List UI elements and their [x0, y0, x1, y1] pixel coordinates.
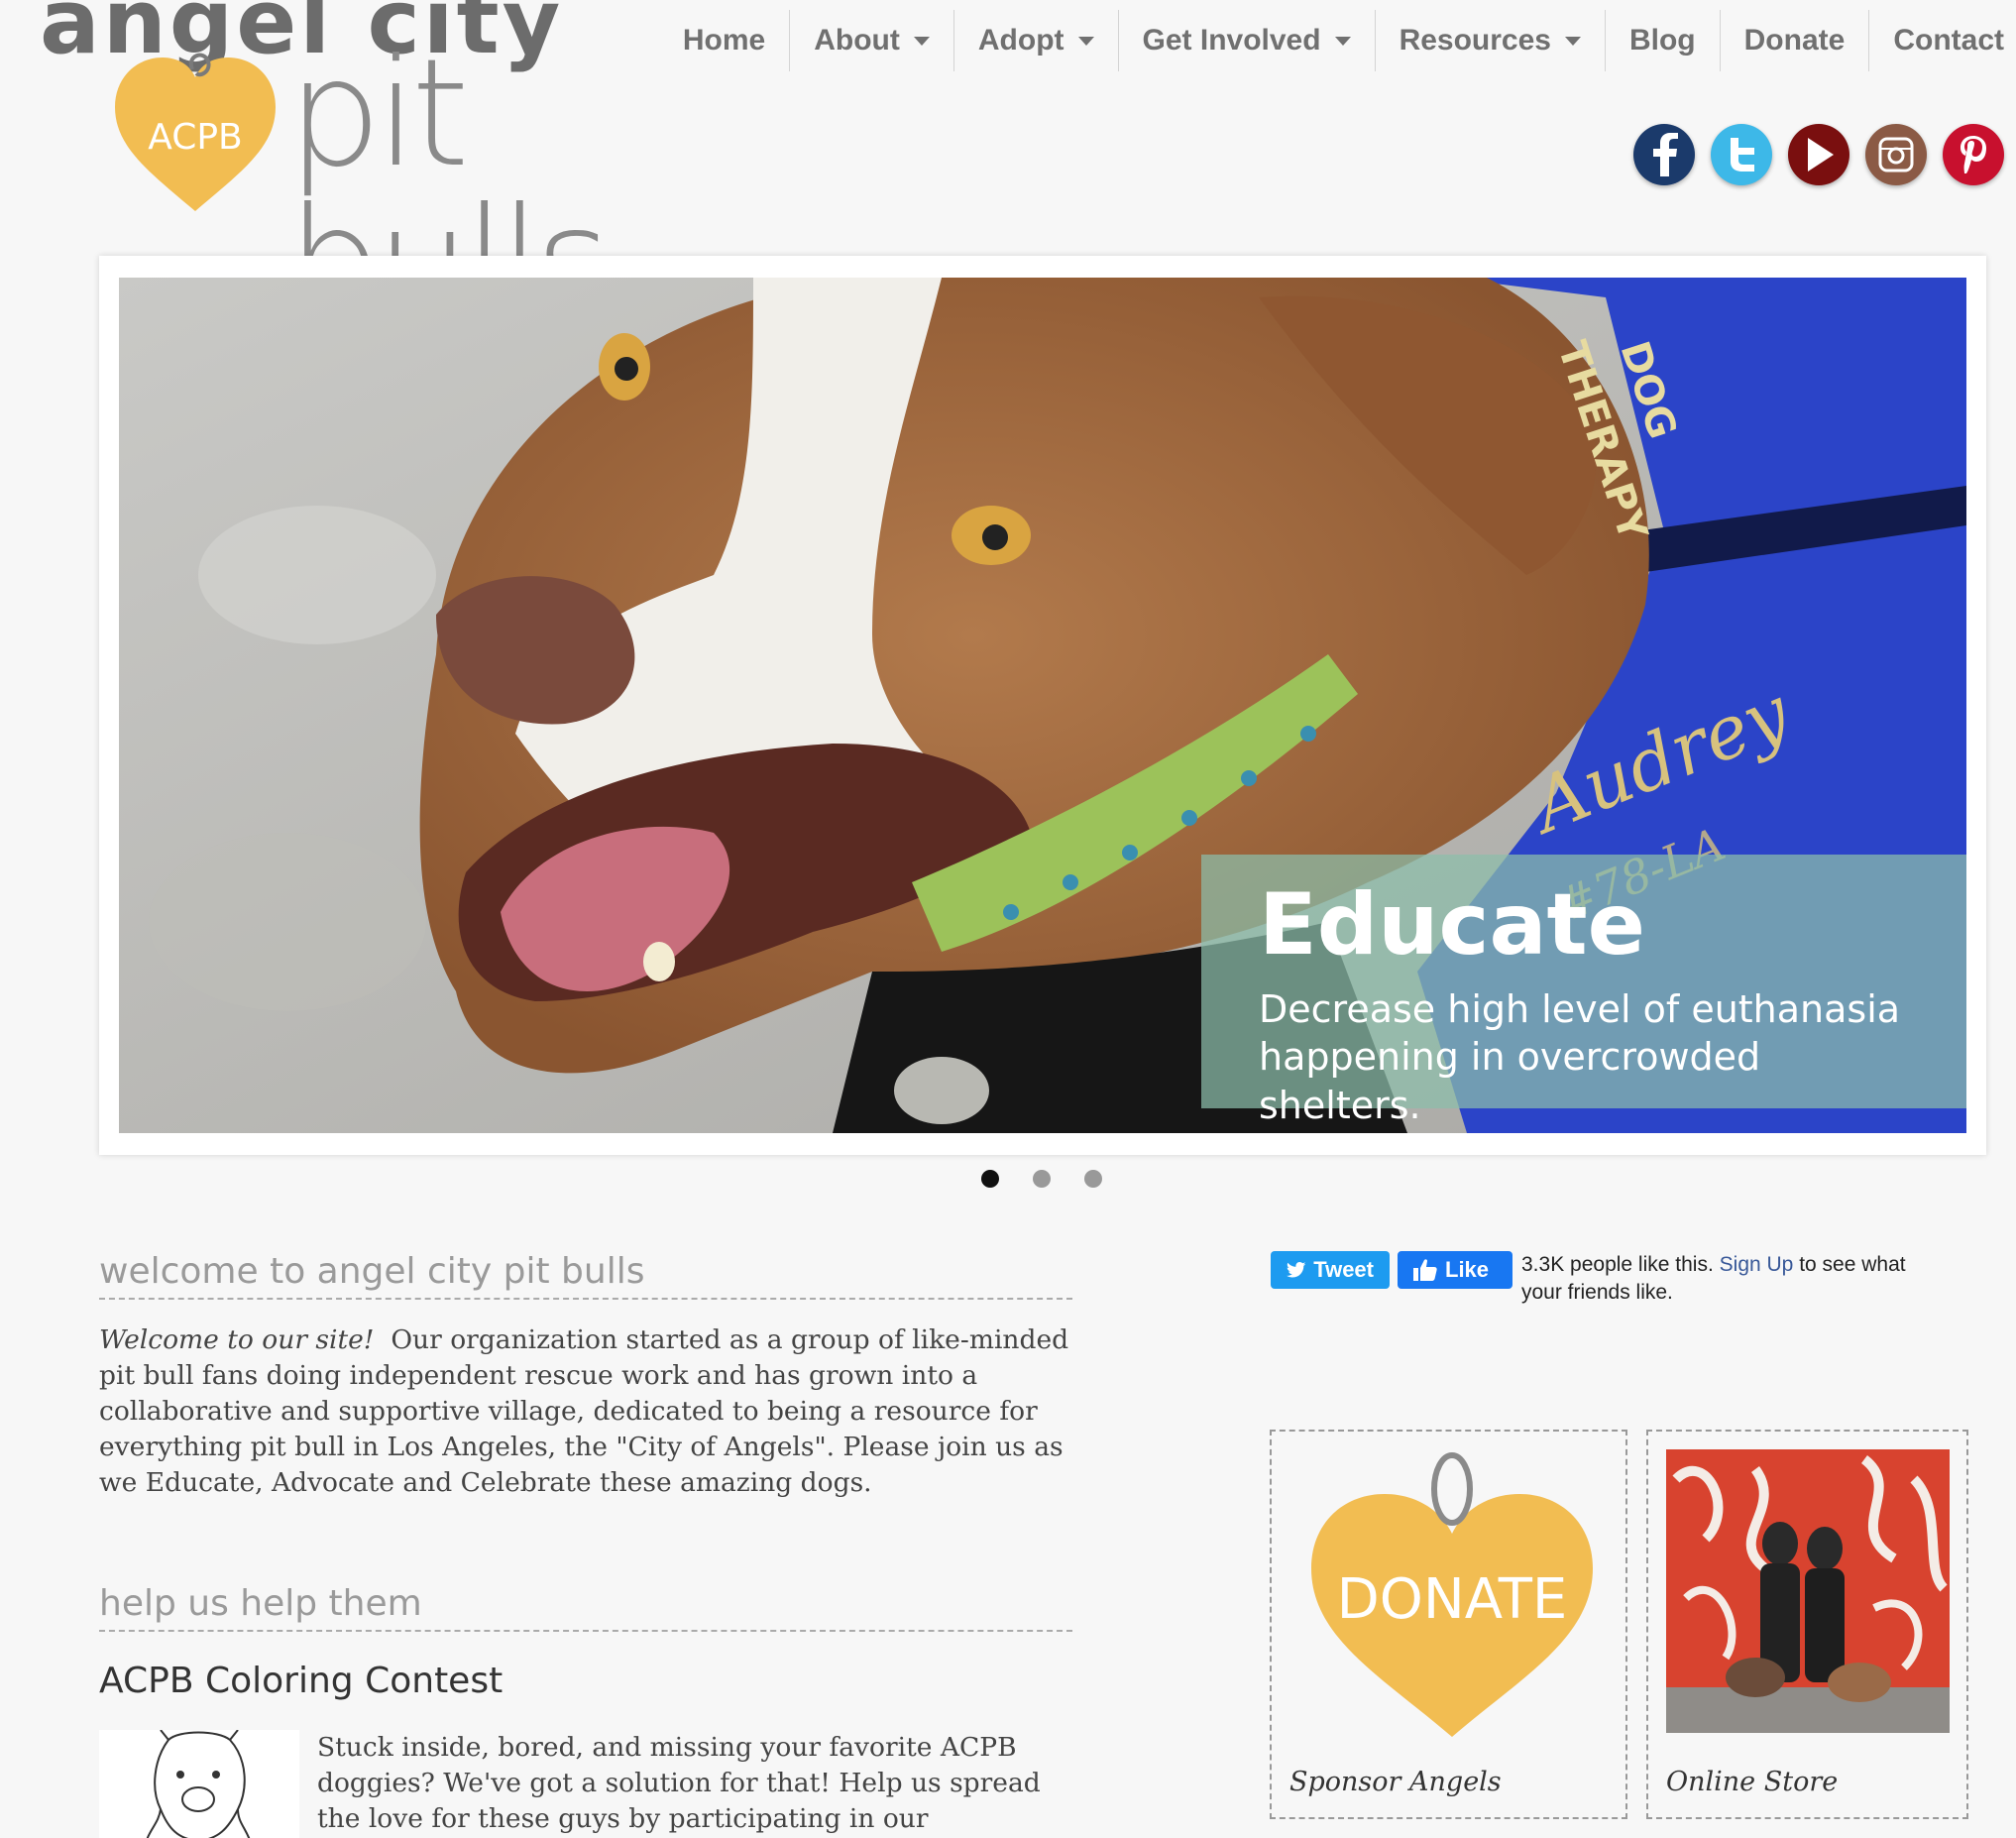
share-buttons: Tweet Like [1271, 1251, 1512, 1289]
sponsor-angels-label: Sponsor Angels [1289, 1767, 1502, 1797]
welcome-intro: Welcome to our site! [99, 1324, 375, 1355]
fb-signup-link[interactable]: Sign Up [1720, 1253, 1794, 1276]
hero-slide: THERAPY DOG Audrey #78-LA Educate Decrea… [119, 278, 1966, 1133]
like-label: Like [1445, 1257, 1490, 1282]
nav-home-label: Home [682, 24, 766, 57]
slider-dot-3[interactable] [1084, 1170, 1102, 1188]
hero-slider[interactable]: THERAPY DOG Audrey #78-LA Educate Decrea… [99, 256, 1986, 1155]
instagram-icon[interactable] [1865, 124, 1927, 185]
nav-home[interactable]: Home [659, 10, 791, 71]
tweet-button[interactable]: Tweet [1271, 1251, 1390, 1289]
like-button[interactable]: Like [1398, 1251, 1512, 1289]
caret-down-icon [1564, 36, 1581, 46]
nav-about-label: About [814, 24, 900, 57]
nav-donate-label: Donate [1743, 24, 1846, 57]
nav-contact[interactable]: Contact [1869, 10, 2016, 71]
online-store-label: Online Store [1666, 1767, 1839, 1797]
slider-pagination [981, 1170, 1102, 1188]
sponsor-angels-card[interactable]: DONATE Sponsor Angels [1270, 1430, 1627, 1819]
facebook-like-count: 3.3K people like this. Sign Up to see wh… [1521, 1251, 1938, 1307]
facebook-icon[interactable] [1633, 124, 1695, 185]
main-nav: Home About Adopt Get Involved Resources … [659, 10, 2016, 71]
youtube-icon[interactable] [1788, 124, 1849, 185]
thumbs-up-icon [1413, 1259, 1437, 1281]
site-logo[interactable]: angel city ACPB pit bulls [40, 0, 694, 337]
nav-contact-label: Contact [1893, 24, 2004, 57]
welcome-body: Welcome to our site! Our organization st… [99, 1322, 1080, 1501]
slider-dot-1[interactable] [981, 1170, 999, 1188]
nav-blog-label: Blog [1628, 24, 1696, 57]
tweet-label: Tweet [1313, 1257, 1374, 1282]
twitter-icon[interactable] [1711, 124, 1772, 185]
caption-title: Educate [1259, 875, 1645, 975]
nav-adopt[interactable]: Adopt [954, 10, 1119, 71]
nav-adopt-label: Adopt [977, 24, 1064, 57]
help-heading: help us help them [99, 1583, 1072, 1632]
donate-heart-text: DONATE [1337, 1567, 1568, 1632]
contest-text: Stuck inside, bored, and missing your fa… [317, 1732, 1041, 1834]
nav-resources[interactable]: Resources [1376, 10, 1606, 71]
nav-donate[interactable]: Donate [1721, 10, 1870, 71]
pinterest-icon[interactable] [1943, 124, 2004, 185]
caret-down-icon [913, 36, 930, 46]
caret-down-icon [1334, 36, 1351, 46]
twitter-bird-icon [1287, 1261, 1306, 1278]
coloring-page-image[interactable] [99, 1729, 299, 1838]
nav-resources-label: Resources [1399, 24, 1551, 57]
donate-heart-icon: DONATE [1311, 1452, 1593, 1737]
slider-dot-2[interactable] [1033, 1170, 1051, 1188]
store-photo [1666, 1449, 1950, 1733]
online-store-card[interactable]: Online Store [1646, 1430, 1968, 1819]
contest-title[interactable]: ACPB Coloring Contest [99, 1661, 503, 1701]
nav-blog[interactable]: Blog [1606, 10, 1721, 71]
caption-text: Decrease high level of euthanasia happen… [1259, 987, 1901, 1127]
slide-caption: Educate Decrease high level of euthanasi… [1201, 855, 1966, 1127]
logo-badge-text: ACPB [148, 117, 243, 158]
welcome-heading: welcome to angel city pit bulls [99, 1251, 1072, 1300]
nav-get-involved-label: Get Involved [1142, 24, 1321, 57]
logo-heart-icon: ACPB [115, 53, 276, 211]
nav-about[interactable]: About [790, 10, 954, 71]
social-links [1633, 124, 2004, 185]
caret-down-icon [1077, 36, 1094, 46]
fb-count-text: 3.3K people like this. [1521, 1253, 1714, 1276]
nav-get-involved[interactable]: Get Involved [1119, 10, 1376, 71]
